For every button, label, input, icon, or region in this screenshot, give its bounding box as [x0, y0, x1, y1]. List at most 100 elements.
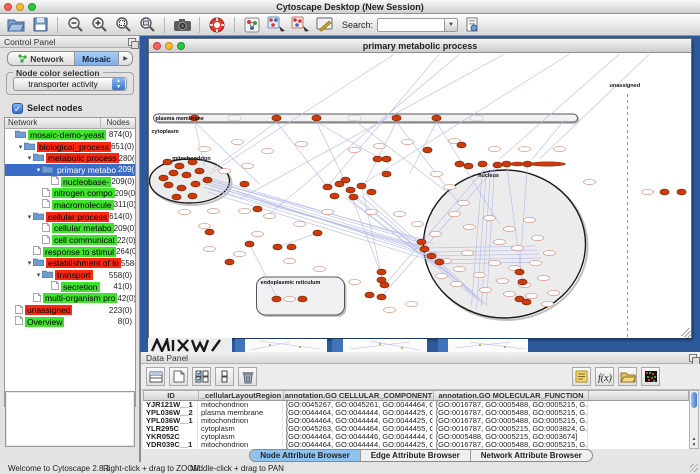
network-node[interactable] — [164, 182, 173, 188]
tree-expander-icon[interactable]: ▾ — [26, 213, 33, 221]
help-lifering-icon[interactable] — [207, 16, 227, 34]
tree-row-primary-metabo[interactable]: ▾primary metabo209(... — [5, 164, 135, 176]
create-attribute-icon[interactable] — [169, 367, 188, 386]
tree-expander-icon[interactable]: ▾ — [17, 143, 24, 151]
tree-row-secretion[interactable]: secretion41(0) — [5, 281, 135, 293]
network-node[interactable] — [253, 206, 262, 212]
network-node[interactable] — [382, 171, 391, 177]
birdseye-view[interactable] — [5, 391, 135, 447]
network-node[interactable] — [341, 177, 350, 183]
tree-row-metabolic-process[interactable]: ▾metabolic process280(0) — [5, 152, 135, 164]
tree-row-overview[interactable]: Overview8(0) — [5, 316, 135, 328]
network-node[interactable] — [380, 282, 389, 288]
tab-node-attribute-browser[interactable]: Node Attribute Browser — [250, 450, 361, 461]
network-node[interactable] — [377, 269, 386, 275]
network-node[interactable] — [457, 142, 466, 148]
unselect-attributes-icon[interactable] — [215, 367, 234, 386]
network-node[interactable] — [330, 193, 339, 199]
tree-row-transport[interactable]: ▾transport558(0) — [5, 269, 135, 281]
data-panel-float-icon[interactable] — [689, 354, 697, 362]
network-node[interactable] — [432, 115, 441, 121]
tree-row-nucleobase-[interactable]: nucleobase-209(0) — [5, 176, 135, 188]
zoom-button[interactable] — [28, 3, 36, 11]
tree-expander-icon[interactable]: ▾ — [35, 271, 42, 279]
network-node[interactable] — [357, 183, 366, 189]
window-resize-grip[interactable] — [682, 328, 692, 338]
table-row-ypl036w__2[interactable]: YPL036W__2plasma membrane[GO:0044464, GO… — [143, 409, 689, 417]
network-node[interactable] — [455, 161, 464, 167]
network-node[interactable] — [435, 259, 444, 265]
network-node[interactable] — [392, 115, 401, 121]
network-node[interactable] — [346, 187, 355, 193]
network-node[interactable] — [188, 193, 197, 199]
tree-row-unassigned[interactable]: unassigned223(0) — [5, 304, 135, 316]
table-column-header[interactable]: annotation.GO CELLULAR_COMPONENT — [284, 391, 434, 400]
network-node[interactable] — [478, 161, 487, 167]
network-node[interactable] — [273, 244, 282, 250]
tab-network[interactable]: Network — [8, 52, 75, 65]
annotation-icon[interactable] — [314, 16, 334, 34]
import-attributes-icon[interactable] — [618, 367, 637, 386]
network-node[interactable] — [191, 181, 200, 187]
table-row-yjr121w__1[interactable]: YJR121W__1mitochondrion[GO:0045267, GO:0… — [143, 401, 689, 409]
network-node[interactable] — [169, 170, 178, 176]
tab-edge-attribute-browser[interactable]: Edge Attribute Browser — [361, 450, 471, 461]
network-node[interactable] — [163, 159, 172, 165]
plasma membrane-region[interactable] — [154, 114, 578, 122]
network-modify-icon[interactable] — [290, 16, 310, 34]
network-node[interactable] — [287, 244, 296, 250]
network-node[interactable] — [515, 269, 524, 275]
network-canvas[interactable]: plasma membranemitochondrionnucleusendop… — [149, 54, 691, 338]
close-button[interactable] — [4, 3, 12, 11]
network-node[interactable] — [522, 299, 531, 305]
tree-row-establishment-of-lo[interactable]: ▾establishment of lo558(0) — [5, 258, 135, 270]
tree-expander-icon[interactable]: ▾ — [26, 259, 33, 267]
network-node-wide[interactable] — [530, 162, 566, 166]
attribute-grid-icon[interactable] — [146, 367, 165, 386]
nw-zoom-button[interactable] — [177, 42, 185, 50]
table-row-ypl036w__1[interactable]: YPL036W__1mitochondrion[GO:0044464, GO:0… — [143, 417, 689, 425]
scrollbar-thumb[interactable] — [691, 392, 697, 408]
network-node[interactable] — [298, 296, 307, 302]
network-node[interactable] — [225, 259, 234, 265]
search-input[interactable] — [377, 18, 445, 32]
attribute-notes-icon[interactable] — [572, 367, 591, 386]
table-scrollbar[interactable]: ▲▼ — [689, 390, 699, 449]
tree-row-response-to-stimul[interactable]: response to stimul264(0) — [5, 246, 135, 258]
table-column-header[interactable]: ID — [144, 391, 199, 400]
network-node[interactable] — [367, 189, 376, 195]
network-node[interactable] — [172, 194, 181, 200]
network-node[interactable] — [272, 115, 281, 121]
network-node[interactable] — [423, 147, 432, 153]
network-node[interactable] — [323, 184, 332, 190]
tree-row-cell-communicat[interactable]: cell communicat22(0) — [5, 234, 135, 246]
select-neighbors-icon[interactable] — [266, 16, 286, 34]
scrollbar-arrows[interactable]: ▲▼ — [690, 436, 698, 448]
table-column-header[interactable]: annotation.GO MOLECULAR_FUNCTION — [434, 391, 589, 400]
network-node[interactable] — [420, 246, 429, 252]
zoom-selected-icon[interactable] — [113, 16, 133, 34]
search-options-icon[interactable] — [462, 16, 482, 34]
network-node[interactable] — [203, 177, 212, 183]
network-overview-icon[interactable] — [242, 16, 262, 34]
network-node[interactable] — [349, 194, 358, 200]
resize-grip[interactable] — [690, 464, 698, 472]
network-node[interactable] — [182, 172, 191, 178]
network-node[interactable] — [205, 229, 214, 235]
network-node[interactable] — [677, 189, 686, 195]
select-attributes-icon[interactable] — [192, 367, 211, 386]
tree-row-cellular-process[interactable]: ▾cellular process614(0) — [5, 211, 135, 223]
minimize-button[interactable] — [16, 3, 24, 11]
zoom-fit-icon[interactable] — [137, 16, 157, 34]
tree-row-biological-process[interactable]: ▾biological_process651(0) — [5, 141, 135, 153]
network-node[interactable] — [245, 241, 254, 247]
tab-network-attribute-browser[interactable]: Network Attribute Browser — [471, 450, 592, 461]
tree-expander-icon[interactable]: ▾ — [35, 166, 42, 174]
tab-mosaic[interactable]: Mosaic — [75, 52, 119, 65]
delete-attribute-icon[interactable] — [238, 367, 257, 386]
export-image-icon[interactable] — [172, 16, 192, 34]
network-node[interactable] — [502, 161, 511, 167]
network-node[interactable] — [313, 230, 322, 236]
network-node[interactable] — [272, 296, 281, 302]
network-node[interactable] — [365, 292, 374, 298]
